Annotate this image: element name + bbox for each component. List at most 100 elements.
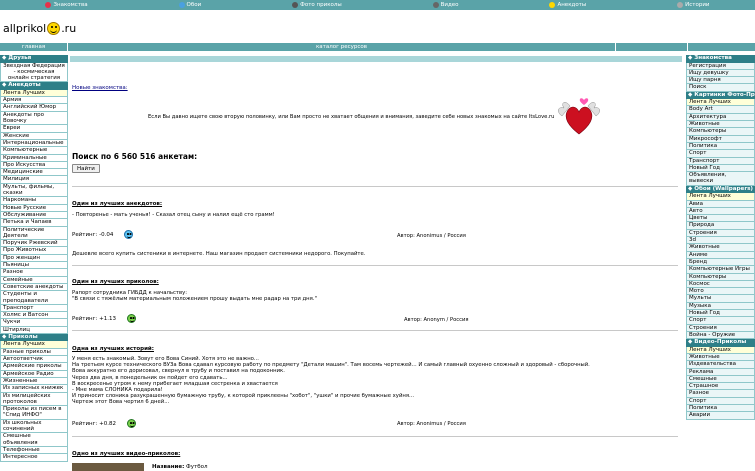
sidebar-item[interactable]: Авто	[686, 207, 755, 216]
sidebar-item[interactable]: Музыка	[686, 302, 755, 310]
sidebar-item[interactable]: Разное	[686, 390, 755, 398]
sidebar-item[interactable]: Война - Оружие	[686, 331, 755, 340]
sidebar-item[interactable]: Про Искусства	[0, 161, 68, 170]
sidebar-item[interactable]: Милиция	[0, 176, 68, 184]
topnav-video[interactable]: Видео	[432, 2, 459, 8]
sidebar-item[interactable]: Мото	[686, 288, 755, 296]
sidebar-item[interactable]: Поиск	[686, 84, 755, 92]
sidebar-item[interactable]: Петька и Чапаев	[0, 219, 68, 227]
sidebar-item[interactable]: Космос	[686, 280, 755, 289]
best-joke-title[interactable]: Один из лучших анекдотов:	[72, 201, 162, 207]
sidebar-item[interactable]: Политические Деятели	[0, 226, 68, 241]
sidebar-item[interactable]: Страшное	[686, 383, 755, 391]
sidebar-item[interactable]: Из милицейских протоколов	[0, 392, 68, 407]
best-video-title[interactable]: Одно из лучших видео-приколов:	[72, 451, 180, 457]
sidebar-item[interactable]: Животные	[686, 244, 755, 252]
sidebar-item[interactable]: Строения	[686, 229, 755, 238]
sidebar-item[interactable]: Армия	[0, 97, 68, 105]
sidebar-item[interactable]: Студенты и преподаватели	[0, 291, 68, 305]
sidebar-item[interactable]: Авиа	[686, 200, 755, 208]
topnav-camera[interactable]: Фото приколы	[292, 2, 342, 8]
sidebar-item[interactable]: Лента Лучших	[0, 341, 68, 349]
site-logo[interactable]: allprikol .ru	[3, 22, 76, 35]
sidebar-item[interactable]: Английский Юмор	[0, 104, 68, 112]
sidebar-item[interactable]: Смешные объявления	[0, 433, 68, 447]
sidebar-item[interactable]: Транспорт	[686, 157, 755, 165]
sidebar-item[interactable]: Ищу парня	[686, 77, 755, 85]
sidebar-item[interactable]: Обслуживание	[0, 211, 68, 220]
sidebar-item[interactable]: Животные	[686, 121, 755, 129]
find-button[interactable]: Найти	[72, 164, 100, 173]
sidebar-item[interactable]: Политика	[686, 405, 755, 413]
sidebar-item[interactable]: Строения	[686, 324, 755, 332]
sidebar-item[interactable]: Цветы	[686, 215, 755, 223]
sidebar-item[interactable]: 3d	[686, 237, 755, 245]
video-thumbnail[interactable]	[72, 463, 144, 471]
sidebar-item[interactable]: Природа	[686, 222, 755, 230]
sidebar-item[interactable]: Мульты, фильмы, сказки	[0, 183, 68, 198]
sidebar-item[interactable]: Приколы из писем в "Спид ИНФО"	[0, 406, 68, 420]
sidebar-item[interactable]: Автоответчик	[0, 356, 68, 364]
sidebar-item[interactable]: Евреи	[0, 125, 68, 133]
sidebar-item[interactable]: Ищу девушку	[686, 69, 755, 78]
sidebar-item[interactable]: Женские	[0, 132, 68, 140]
sidebar-item[interactable]: Компьютерные Игры	[686, 266, 755, 274]
sidebar-item[interactable]: Из записных книжек	[0, 385, 68, 393]
sidebar-item[interactable]: Лента Лучших	[0, 89, 68, 98]
sidebar-item[interactable]: Звездная Федерация - космическая онлайн …	[0, 62, 68, 83]
sidebar-item[interactable]: Аниме	[686, 251, 755, 259]
sidebar-item[interactable]: Транспорт	[0, 304, 68, 313]
catalog-link[interactable]: каталог ресурсов	[68, 43, 616, 51]
smiley-rating-icon[interactable]	[127, 419, 136, 428]
sidebar-item[interactable]: Армейские приколы	[0, 363, 68, 371]
sidebar-item[interactable]: Компьютерные	[0, 147, 68, 155]
topnav-picture[interactable]: Обои	[178, 2, 201, 8]
sidebar-item[interactable]: Чукчи	[0, 319, 68, 327]
sidebar-item[interactable]: Body Art	[686, 106, 755, 114]
sidebar-item[interactable]: Криминальные	[0, 154, 68, 162]
sidebar-item[interactable]: Интересное	[0, 454, 68, 462]
sidebar-item[interactable]: Объявления, вывески	[686, 172, 755, 186]
sidebar-item[interactable]: Политика	[686, 142, 755, 151]
sidebar-item[interactable]: Пьяницы	[0, 262, 68, 270]
sidebar-item[interactable]: Интернациональные	[0, 139, 68, 148]
sidebar-item[interactable]: Издевательства	[686, 361, 755, 369]
sidebar-item[interactable]: Новый Год	[686, 310, 755, 318]
sidebar-item[interactable]: Лента Лучших	[686, 99, 755, 107]
sidebar-item[interactable]: Мульты	[686, 295, 755, 303]
sidebar-item[interactable]: Спорт	[686, 317, 755, 325]
sidebar-item[interactable]: Регистрация	[686, 62, 755, 70]
sidebar-item[interactable]: Жизненные	[0, 377, 68, 386]
sidebar-item[interactable]: Армейское Радио	[0, 370, 68, 378]
winged-heart-icon[interactable]	[556, 94, 602, 138]
best-prank-title[interactable]: Один из лучших приколов:	[72, 279, 159, 285]
sidebar-item[interactable]: Советские анекдоты	[0, 283, 68, 292]
sidebar-item[interactable]: Реклама	[686, 368, 755, 376]
sidebar-item[interactable]: Микрософт	[686, 135, 755, 143]
topnav-book[interactable]: Истории	[677, 2, 710, 8]
home-link[interactable]: главная	[0, 43, 68, 51]
sidebar-item[interactable]: Семейные	[0, 276, 68, 284]
sidebar-item[interactable]: Спорт	[686, 397, 755, 406]
sidebar-item[interactable]: Штирлиц	[0, 326, 68, 334]
sidebar-item[interactable]: Лента Лучших	[686, 193, 755, 201]
sidebar-item[interactable]: Смешные	[686, 375, 755, 384]
sidebar-item[interactable]: Новый Год	[686, 164, 755, 173]
sidebar-item[interactable]: Спорт	[686, 150, 755, 158]
sidebar-item[interactable]: Наркоманы	[0, 197, 68, 205]
sidebar-item[interactable]: Из школьных сочинений	[0, 419, 68, 434]
topnav-heart[interactable]: Знакомства	[45, 2, 88, 8]
sidebar-item[interactable]: Медицинские	[0, 169, 68, 177]
sidebar-item[interactable]: Лента Лучших	[686, 346, 755, 354]
sidebar-item[interactable]: Животные	[686, 353, 755, 362]
new-dating-link[interactable]: Новые знакомства:	[72, 85, 128, 91]
sidebar-item[interactable]: Бренд	[686, 258, 755, 267]
sidebar-item[interactable]: Компьютеры	[686, 128, 755, 136]
sidebar-item[interactable]: Поручик Ржевский	[0, 240, 68, 248]
smiley-rating-icon[interactable]	[124, 230, 134, 239]
sidebar-item[interactable]: Новые Русские	[0, 204, 68, 212]
promo-text[interactable]: Дешевле всего купить систеники в интерне…	[72, 251, 365, 257]
sidebar-item[interactable]: Про женщин	[0, 254, 68, 263]
smiley-rating-icon[interactable]	[127, 314, 136, 323]
sidebar-item[interactable]: Компьютеры	[686, 273, 755, 281]
